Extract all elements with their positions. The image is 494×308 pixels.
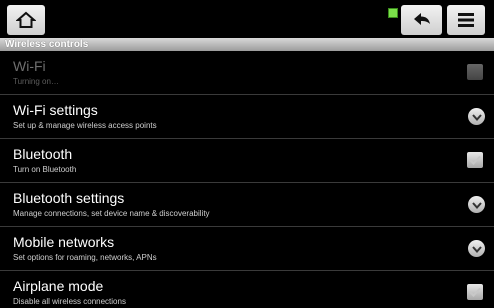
back-arrow-icon bbox=[413, 13, 430, 25]
chevron-down-icon bbox=[468, 240, 485, 257]
home-icon bbox=[16, 11, 36, 28]
list-item-bluetooth-settings[interactable]: Bluetooth settings Manage connections, s… bbox=[0, 183, 494, 227]
item-summary: Set up & manage wireless access points bbox=[13, 121, 157, 130]
check-icon bbox=[469, 287, 481, 297]
item-summary: Turn on Bluetooth bbox=[13, 165, 77, 174]
section-header: Wireless controls bbox=[0, 38, 494, 51]
list-item-bluetooth[interactable]: Bluetooth Turn on Bluetooth bbox=[0, 139, 494, 183]
item-title: Mobile networks bbox=[13, 234, 115, 250]
list-item-airplane-mode[interactable]: Airplane mode Disable all wireless conne… bbox=[0, 271, 494, 308]
item-title: Airplane mode bbox=[13, 278, 104, 294]
item-title: Bluetooth settings bbox=[13, 190, 125, 206]
home-button[interactable] bbox=[7, 5, 45, 35]
item-title: Wi-Fi bbox=[13, 58, 46, 74]
menu-button[interactable] bbox=[447, 5, 485, 35]
status-indicator-icon bbox=[388, 8, 398, 18]
list-item-wifi-settings[interactable]: Wi-Fi settings Set up & manage wireless … bbox=[0, 95, 494, 139]
back-button[interactable] bbox=[401, 5, 442, 35]
wifi-checkbox bbox=[467, 64, 483, 80]
item-summary: Disable all wireless connections bbox=[13, 297, 126, 306]
check-icon bbox=[469, 155, 481, 165]
list-item-mobile-networks[interactable]: Mobile networks Set options for roaming,… bbox=[0, 227, 494, 271]
chevron-down-icon bbox=[468, 108, 485, 125]
item-summary: Turning on… bbox=[13, 77, 59, 86]
airplane-mode-checkbox[interactable] bbox=[467, 284, 483, 300]
menu-icon bbox=[458, 13, 474, 27]
item-title: Wi-Fi settings bbox=[13, 102, 98, 118]
list-item-wifi: Wi-Fi Turning on… bbox=[0, 51, 494, 95]
item-summary: Set options for roaming, networks, APNs bbox=[13, 253, 157, 262]
item-title: Bluetooth bbox=[13, 146, 73, 162]
screen: Wireless controls Wi-Fi Turning on… Wi-F… bbox=[0, 0, 494, 308]
settings-list: Wi-Fi Turning on… Wi-Fi settings Set up … bbox=[0, 51, 494, 308]
item-summary: Manage connections, set device name & di… bbox=[13, 209, 210, 218]
chevron-down-icon bbox=[468, 196, 485, 213]
top-bar bbox=[0, 0, 494, 38]
bluetooth-checkbox[interactable] bbox=[467, 152, 483, 168]
